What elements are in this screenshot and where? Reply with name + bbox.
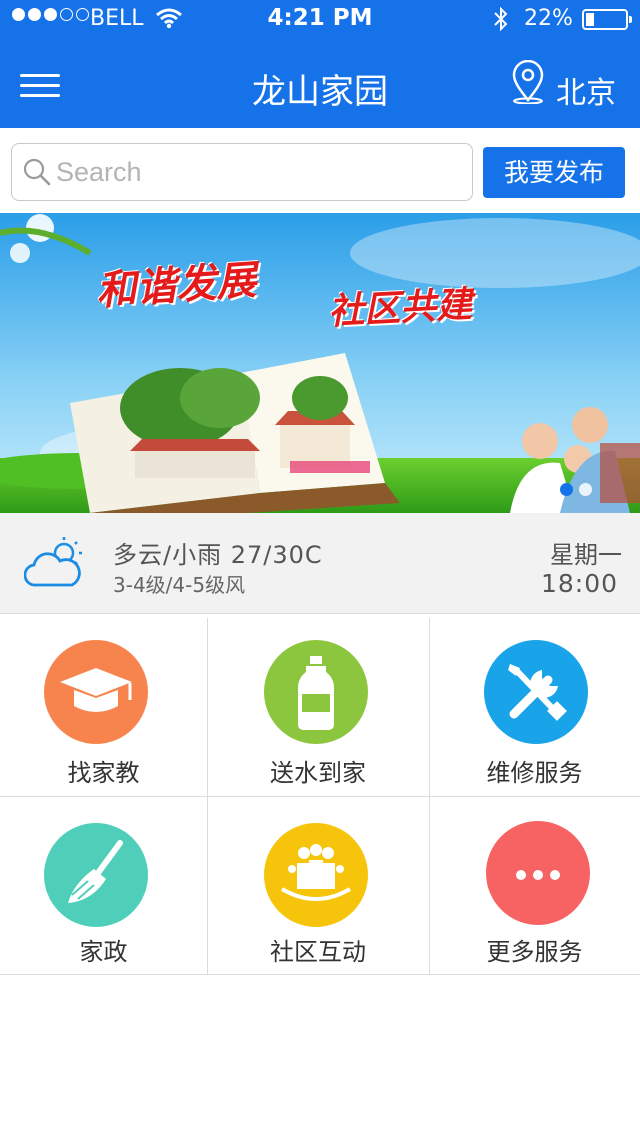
banner-slogan-left: 和谐发展	[94, 257, 258, 315]
weather-panel[interactable]: 多云/小雨 27/30C 3-4级/4-5级风 星期一 18:00	[0, 513, 640, 614]
service-label: 找家教	[67, 759, 140, 787]
more-dots-icon	[486, 821, 590, 925]
location-pin-icon[interactable]	[510, 59, 546, 108]
people-group-icon	[264, 823, 368, 927]
service-more[interactable]: 更多服务	[429, 797, 640, 975]
promo-banner[interactable]: 和谐发展 社区共建	[0, 213, 640, 513]
water-bottle-icon	[264, 640, 368, 744]
city-selector[interactable]: 北京	[556, 68, 616, 112]
service-community[interactable]: 社区互动	[207, 797, 429, 975]
top-bar: BELL 4:21 PM 22% 龙山家园 北京	[0, 0, 640, 128]
weather-time: 18:00	[540, 569, 618, 598]
service-grid: 找家教 送水到家 维修服务 家政 社区互动 更多服务	[0, 618, 640, 975]
bluetooth-icon	[492, 6, 510, 38]
service-label: 更多服务	[486, 938, 583, 966]
weather-description: 多云/小雨 27/30C	[113, 541, 323, 569]
wrench-screwdriver-icon	[484, 640, 588, 744]
service-housekeeping[interactable]: 家政	[0, 797, 207, 975]
service-label: 社区互动	[270, 938, 366, 966]
service-repair[interactable]: 维修服务	[429, 618, 640, 796]
banner-page-dot[interactable]	[560, 483, 573, 496]
service-water-delivery[interactable]: 送水到家	[207, 618, 429, 796]
battery-icon	[582, 9, 632, 30]
cloudy-sun-icon	[23, 535, 88, 595]
search-input[interactable]	[56, 152, 456, 192]
banner-pager[interactable]	[560, 483, 592, 496]
banner-page-dot[interactable]	[579, 483, 592, 496]
status-bar: BELL 4:21 PM 22%	[0, 0, 640, 40]
service-label: 维修服务	[486, 759, 583, 787]
broom-icon	[44, 823, 148, 927]
service-label: 送水到家	[270, 759, 366, 787]
weather-weekday: 星期一	[550, 541, 622, 569]
battery-percentage: 22%	[524, 6, 573, 31]
weather-wind: 3-4级/4-5级风	[113, 573, 246, 597]
graduation-cap-icon	[44, 640, 148, 744]
search-icon	[22, 157, 52, 191]
battery-fill	[586, 13, 594, 26]
banner-slogan-right: 社区共建	[327, 284, 474, 333]
publish-button[interactable]: 我要发布	[483, 147, 625, 198]
service-tutor[interactable]: 找家教	[0, 618, 207, 796]
service-label: 家政	[79, 938, 128, 966]
search-box[interactable]	[11, 143, 473, 201]
